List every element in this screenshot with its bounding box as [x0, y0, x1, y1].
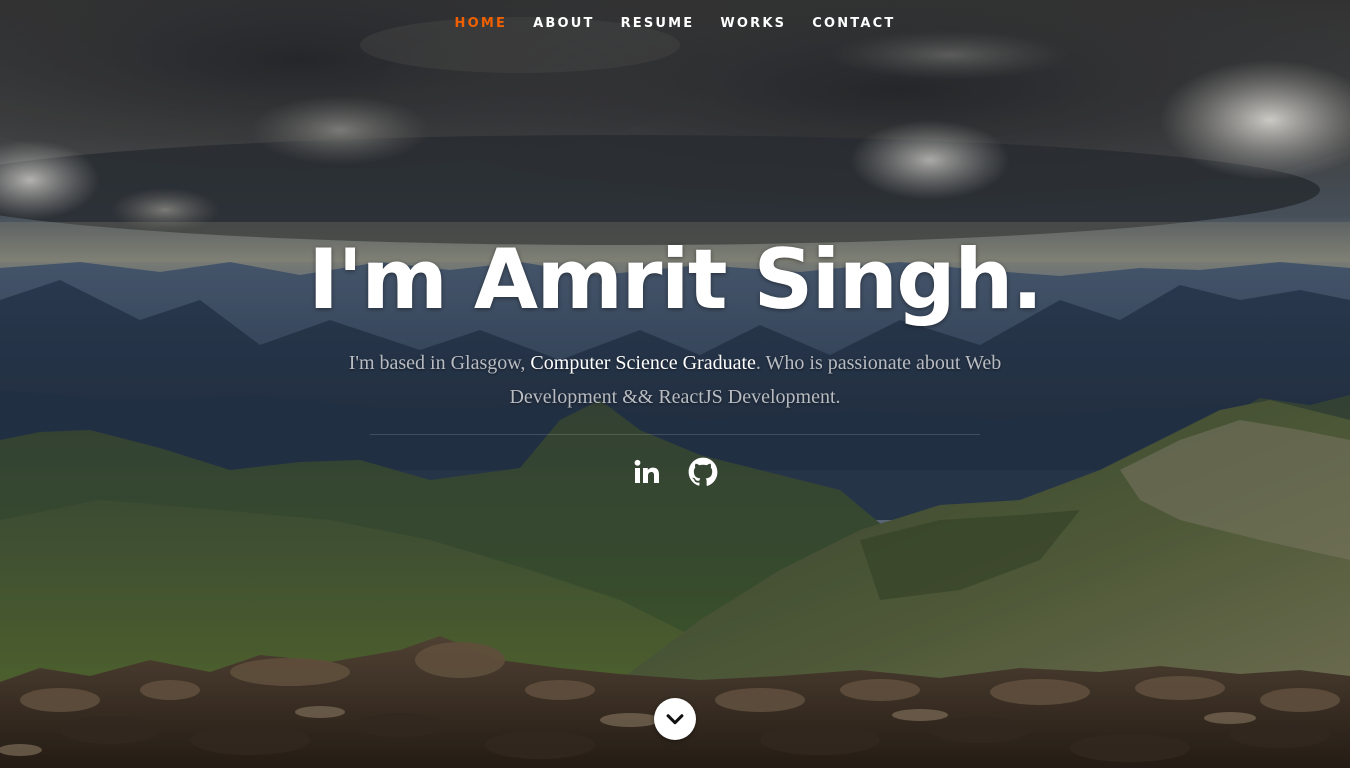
scroll-down-button[interactable] — [654, 698, 696, 740]
nav-item-contact[interactable]: Contact — [812, 15, 895, 33]
nav-item-home[interactable]: Home — [455, 15, 508, 33]
banner: I'm Amrit Singh. I'm based in Glasgow, C… — [0, 228, 1350, 487]
github-icon — [688, 457, 718, 486]
linkedin-link[interactable] — [632, 457, 662, 487]
chevron-down-icon — [666, 714, 684, 725]
intro-text: I'm based in Glasgow, Computer Science G… — [315, 346, 1035, 414]
hero-section: Home About Resume Works Contact I'm Amri… — [0, 0, 1350, 768]
nav-item-resume[interactable]: Resume — [621, 15, 695, 33]
social-links — [0, 457, 1350, 487]
linkedin-icon — [634, 459, 659, 483]
github-link[interactable] — [688, 457, 718, 487]
headline: I'm Amrit Singh. — [308, 231, 1043, 328]
main-nav: Home About Resume Works Contact — [0, 14, 1350, 33]
nav-item-works[interactable]: Works — [720, 15, 786, 33]
banner-divider — [370, 434, 980, 435]
intro-prefix: I'm based in Glasgow, — [348, 352, 531, 374]
intro-highlight: Computer Science Graduate — [530, 352, 756, 374]
nav-item-about[interactable]: About — [533, 15, 594, 33]
nav-menu: Home About Resume Works Contact — [442, 14, 909, 33]
